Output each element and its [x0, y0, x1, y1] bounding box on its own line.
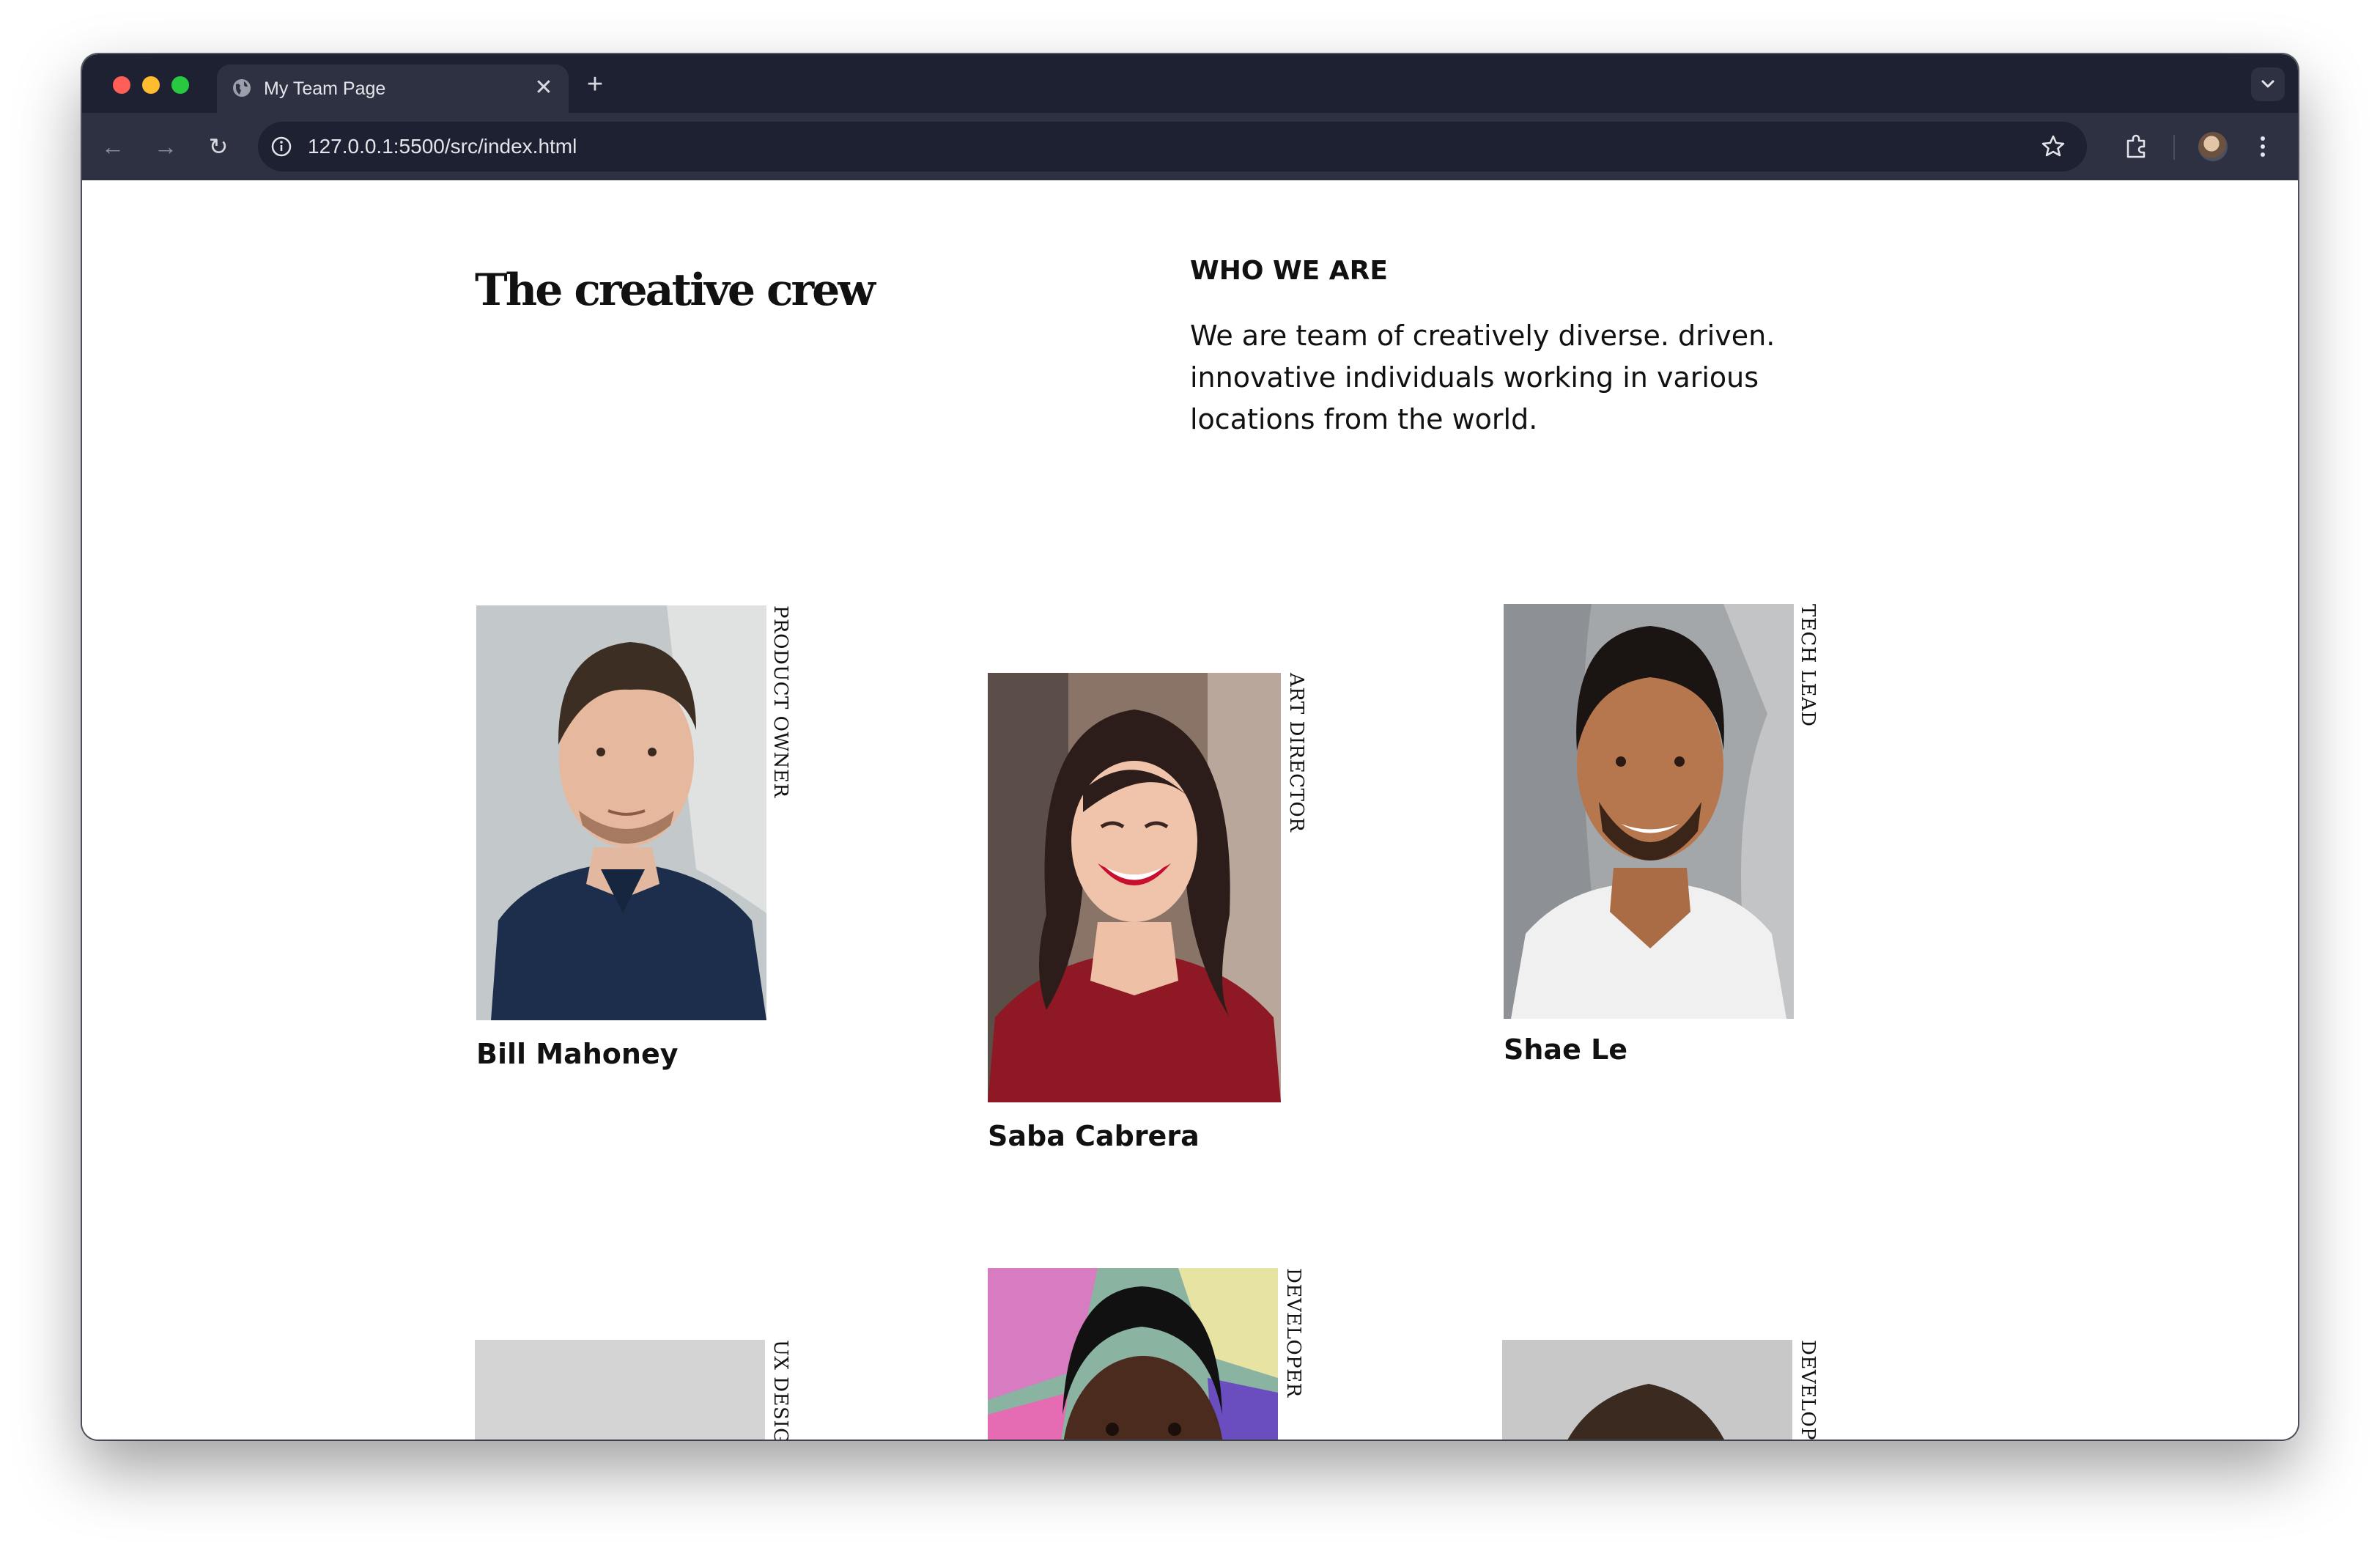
- member-role: TECH LEAD: [1797, 604, 1819, 727]
- team-member-card: TECH LEAD Shae Le: [1504, 604, 1841, 1073]
- team-member-card: DEVELOPER: [988, 1268, 1325, 1440]
- member-photo: [1502, 1340, 1792, 1440]
- page-title: The creative crew: [475, 265, 876, 316]
- tab-strip: My Team Page ✕ +: [82, 54, 2298, 113]
- team-member-card: PRODUCT OWNER Bill Mahoney: [476, 605, 813, 1075]
- member-photo: [1504, 604, 1794, 1019]
- new-tab-button[interactable]: +: [580, 70, 610, 100]
- chevron-down-icon: [2261, 80, 2274, 88]
- who-we-are-heading: WHO WE ARE: [1190, 256, 1388, 286]
- browser-toolbar: ← → ↻ 127.0.0.1:5500/src/index.html: [82, 113, 2298, 180]
- tab-title: My Team Page: [264, 78, 386, 99]
- member-photo: [476, 605, 766, 1020]
- maximize-window-button[interactable]: [171, 76, 189, 94]
- toolbar-divider: [2173, 135, 2175, 160]
- page-content: The creative crew WHO WE ARE We are team…: [82, 180, 2298, 1440]
- back-button[interactable]: ←: [95, 129, 130, 164]
- close-icon[interactable]: ✕: [532, 76, 555, 100]
- member-role: PRODUCT OWNER: [769, 605, 791, 798]
- intro-paragraph: We are team of creatively diverse. drive…: [1190, 320, 1775, 435]
- url-text[interactable]: 127.0.0.1:5500/src/index.html: [308, 135, 577, 158]
- member-role: UX DESIGNER: [769, 1340, 791, 1440]
- profile-avatar[interactable]: [2198, 132, 2228, 161]
- close-window-button[interactable]: [113, 76, 130, 94]
- info-icon[interactable]: [270, 135, 293, 158]
- team-member-card: DEVELOPER: [1502, 1340, 1839, 1440]
- team-member-card: UX DESIGNER: [475, 1340, 812, 1440]
- team-member-card: ART DIRECTOR Saba Cabrera: [988, 673, 1325, 1179]
- member-name: Bill Mahoney: [476, 1038, 679, 1070]
- member-role: DEVELOPER: [1797, 1340, 1819, 1440]
- browser-window: My Team Page ✕ + ← → ↻ 127.0.0.1:5500/sr…: [82, 54, 2298, 1440]
- tab-my-team-page[interactable]: My Team Page ✕: [217, 64, 569, 113]
- reload-button[interactable]: ↻: [201, 129, 236, 164]
- member-photo: [988, 1268, 1278, 1440]
- member-role: ART DIRECTOR: [1285, 673, 1307, 833]
- address-bar[interactable]: 127.0.0.1:5500/src/index.html: [258, 122, 2087, 172]
- globe-icon: [233, 79, 251, 97]
- minimize-window-button[interactable]: [142, 76, 160, 94]
- member-photo: [988, 673, 1281, 1102]
- member-role: DEVELOPER: [1282, 1268, 1304, 1398]
- tab-search-button[interactable]: [2251, 67, 2285, 101]
- member-name: Shae Le: [1504, 1033, 1628, 1066]
- bookmark-star-icon[interactable]: [2039, 132, 2068, 161]
- extensions-puzzle-icon[interactable]: [2121, 130, 2153, 163]
- forward-button[interactable]: →: [148, 129, 183, 164]
- more-vertical-icon[interactable]: [2247, 130, 2279, 163]
- member-photo: [475, 1340, 765, 1440]
- member-name: Saba Cabrera: [988, 1120, 1200, 1152]
